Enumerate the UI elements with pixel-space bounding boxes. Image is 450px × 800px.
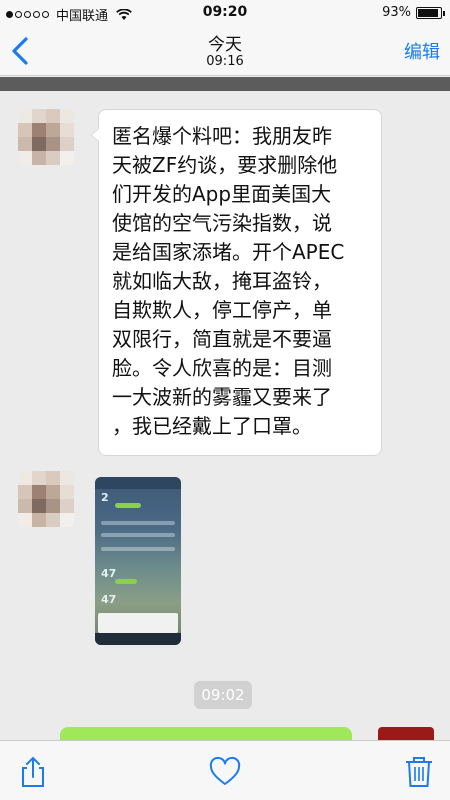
heart-icon bbox=[209, 756, 241, 785]
divider-strip bbox=[0, 77, 450, 91]
message-line: 脸。令人欣喜的是：目测 bbox=[112, 356, 332, 380]
message-line: 天被ZF约谈，要求删除他 bbox=[112, 153, 338, 177]
image-pill bbox=[115, 503, 141, 508]
image-bar bbox=[101, 547, 175, 551]
message-line: 双限行，简直就是不要逼 bbox=[112, 327, 332, 351]
outgoing-message-bubble[interactable] bbox=[60, 727, 352, 740]
own-avatar[interactable] bbox=[378, 727, 434, 740]
image-message[interactable]: 2 47 47 bbox=[95, 477, 181, 645]
battery-percent: 93% bbox=[382, 5, 411, 20]
page-title: 今天 bbox=[208, 35, 242, 55]
image-header bbox=[95, 477, 181, 489]
message-line: 使馆的空气污染指数，说 bbox=[112, 211, 332, 235]
status-bar: 中国联通 09:20 93% bbox=[0, 0, 450, 26]
message-bubble[interactable]: 匿名爆个料吧：我朋友昨 天被ZF约谈，要求删除他 们开发的App里面美国大 使馆… bbox=[91, 109, 382, 456]
image-bar bbox=[101, 521, 175, 525]
like-button[interactable] bbox=[208, 755, 242, 789]
battery-icon bbox=[416, 6, 445, 19]
bottom-toolbar bbox=[0, 740, 450, 800]
page-subtitle: 09:16 bbox=[206, 54, 244, 69]
chat-area[interactable]: 匿名爆个料吧：我朋友昨 天被ZF约谈，要求删除他 们开发的App里面美国大 使馆… bbox=[0, 91, 450, 740]
image-value: 2 bbox=[101, 491, 109, 504]
message-timestamp: 09:02 bbox=[194, 681, 252, 709]
battery-fill bbox=[418, 8, 439, 17]
avatar[interactable] bbox=[18, 471, 74, 527]
message-line: 就如临大敌，掩耳盗铃， bbox=[112, 269, 332, 293]
avatar[interactable] bbox=[18, 109, 74, 165]
image-bar bbox=[101, 533, 175, 537]
image-value: 47 bbox=[101, 567, 117, 580]
trash-icon bbox=[406, 757, 432, 787]
share-icon bbox=[22, 756, 44, 787]
delete-button[interactable] bbox=[402, 755, 436, 789]
share-button[interactable] bbox=[16, 755, 50, 789]
image-pill bbox=[115, 579, 137, 584]
message-line: 自欺欺人，停工停产，单 bbox=[112, 298, 332, 322]
status-right: 93% bbox=[382, 5, 445, 20]
navigation-bar: 今天 09:16 编辑 bbox=[0, 26, 450, 76]
message-line: 是给国家添堵。开个APEC bbox=[112, 240, 345, 264]
image-ad-banner bbox=[98, 613, 178, 633]
message-line: 一大波新的雾霾又要来了 bbox=[112, 385, 332, 409]
image-footer bbox=[95, 633, 181, 645]
edit-button[interactable]: 编辑 bbox=[404, 38, 440, 64]
message-line: 们开发的App里面美国大 bbox=[112, 182, 332, 206]
message-line: 匿名爆个料吧：我朋友昨 bbox=[112, 124, 332, 148]
message-line: ，我已经戴上了口罩。 bbox=[112, 414, 312, 438]
image-value: 47 bbox=[101, 593, 117, 606]
